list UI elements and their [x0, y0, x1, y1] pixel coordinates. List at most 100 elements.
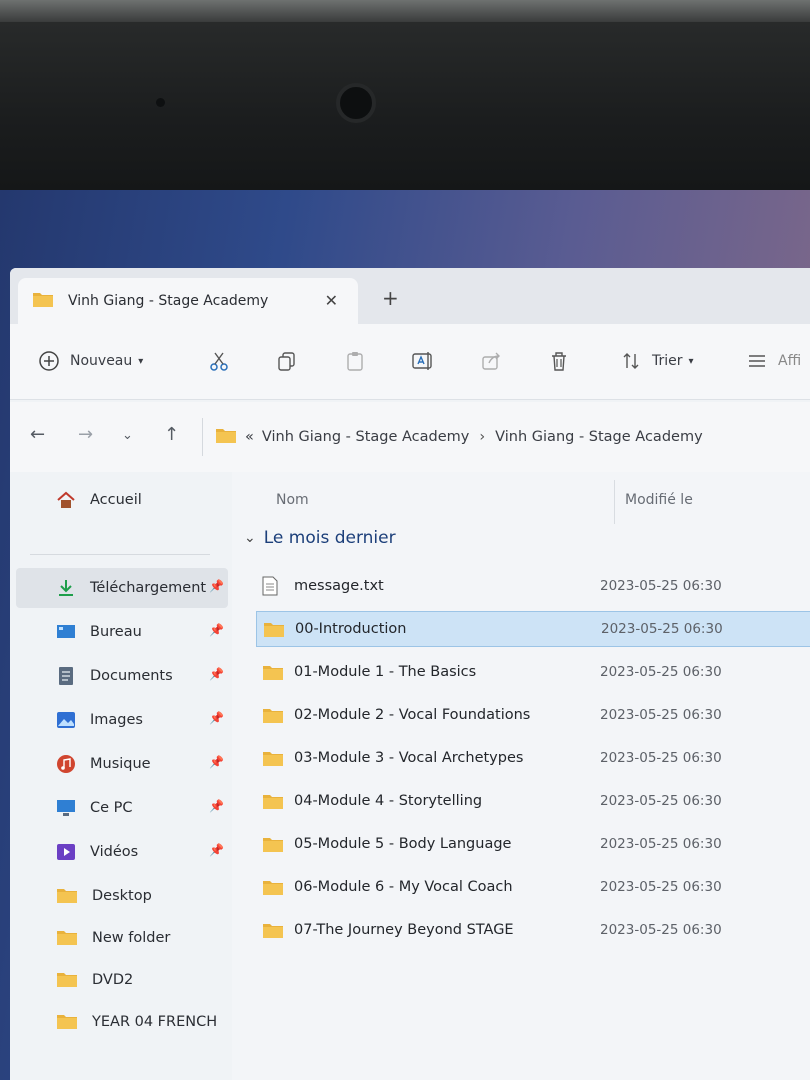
title-bar: Vinh Giang - Stage Academy ✕ + — [10, 268, 810, 324]
webcam — [336, 83, 376, 123]
column-header-name[interactable]: Nom — [276, 492, 309, 508]
folder-icon — [56, 886, 77, 906]
sidebar-item-label: Vidéos — [90, 844, 139, 860]
up-arrow-icon[interactable]: ↑ — [164, 424, 179, 445]
view-lines-icon — [744, 348, 770, 374]
folder-icon — [32, 290, 54, 312]
file-row[interactable]: 04-Module 4 - Storytelling 2023-05-25 06:… — [256, 783, 810, 819]
breadcrumb-item[interactable]: Vinh Giang - Stage Academy — [262, 429, 469, 445]
file-row[interactable]: 02-Module 2 - Vocal Foundations 2023-05-2… — [256, 697, 810, 733]
sort-arrows-icon — [618, 348, 644, 374]
sidebar-item-label: YEAR 04 FRENCH — [92, 1014, 218, 1030]
file-list: Nom Modifié le ⌄ Le mois dernier message… — [232, 472, 810, 1080]
group-header[interactable]: ⌄ Le mois dernier — [244, 528, 396, 548]
pin-icon: 📌 — [209, 799, 224, 813]
file-name: message.txt — [294, 578, 384, 594]
pc-icon — [56, 798, 76, 818]
forward-arrow-icon[interactable]: → — [78, 424, 93, 445]
file-name: 07-The Journey Beyond STAGE — [294, 922, 514, 938]
cut-button[interactable] — [206, 348, 232, 374]
sidebar-item-new-folder[interactable]: New folder — [16, 918, 228, 958]
file-name: 00-Introduction — [295, 621, 407, 637]
file-modified-date: 2023-05-25 06:30 — [601, 621, 723, 637]
sidebar-item-documents[interactable]: Documents 📌 — [16, 656, 228, 696]
file-name: 06-Module 6 - My Vocal Coach — [294, 879, 513, 895]
pin-icon: 📌 — [209, 755, 224, 769]
sort-button[interactable]: Trier ▾ — [618, 348, 694, 374]
sidebar-item-label: Bureau — [90, 624, 142, 640]
close-tab-button[interactable]: ✕ — [325, 291, 338, 310]
navigation-pane: Accueil Téléchargement 📌 Bureau 📌 Docume… — [10, 472, 232, 1080]
column-divider[interactable] — [614, 480, 615, 524]
view-button[interactable]: Affi — [744, 348, 801, 374]
back-arrow-icon[interactable]: ← — [30, 424, 45, 445]
file-explorer-window: Vinh Giang - Stage Academy ✕ + Nouveau ▾ — [10, 268, 810, 1080]
file-row[interactable]: 06-Module 6 - My Vocal Coach 2023-05-25 0… — [256, 869, 810, 905]
sidebar-item-videos[interactable]: Vidéos 📌 — [16, 832, 228, 872]
file-modified-date: 2023-05-25 06:30 — [600, 578, 722, 594]
delete-button[interactable] — [546, 348, 572, 374]
sidebar-item-images[interactable]: Images 📌 — [16, 700, 228, 740]
file-modified-date: 2023-05-25 06:30 — [600, 879, 722, 895]
sidebar-item-label: DVD2 — [92, 972, 134, 988]
folder-icon — [262, 920, 286, 940]
sidebar-item-label: Musique — [90, 756, 151, 772]
videos-icon — [56, 842, 76, 862]
sidebar-item-ce-pc[interactable]: Ce PC 📌 — [16, 788, 228, 828]
recent-chevron-icon[interactable]: ⌄ — [122, 428, 133, 443]
chevron-down-icon: ▾ — [138, 355, 144, 367]
file-row[interactable]: 03-Module 3 - Vocal Archetypes 2023-05-25… — [256, 740, 810, 776]
file-name: 02-Module 2 - Vocal Foundations — [294, 707, 531, 723]
sidebar-item-dvd2[interactable]: DVD2 — [16, 960, 228, 1000]
file-name: 05-Module 5 - Body Language — [294, 836, 512, 852]
folder-icon — [56, 970, 77, 990]
plus-circle-icon — [36, 348, 62, 374]
file-row[interactable]: 05-Module 5 - Body Language 2023-05-25 06… — [256, 826, 810, 862]
sidebar-item-bureau[interactable]: Bureau 📌 — [16, 612, 228, 652]
column-header-modified[interactable]: Modifié le — [625, 492, 693, 508]
breadcrumb-overflow[interactable]: « — [245, 429, 254, 445]
file-row[interactable]: 07-The Journey Beyond STAGE 2023-05-25 06… — [256, 912, 810, 948]
paste-button[interactable] — [342, 348, 368, 374]
clipboard-icon — [342, 348, 368, 374]
breadcrumb-item[interactable]: Vinh Giang - Stage Academy — [495, 429, 702, 445]
file-modified-date: 2023-05-25 06:30 — [600, 664, 722, 680]
sidebar-item-label: Accueil — [90, 492, 142, 508]
folder-icon — [262, 748, 286, 768]
copy-button[interactable] — [274, 348, 300, 374]
home-icon — [56, 490, 76, 510]
sidebar-item-musique[interactable]: Musique 📌 — [16, 744, 228, 784]
rename-icon — [410, 348, 436, 374]
sidebar-item-home[interactable]: Accueil — [16, 480, 228, 520]
sidebar-item-desktop[interactable]: Desktop — [16, 876, 228, 916]
file-row[interactable]: message.txt 2023-05-25 06:30 — [256, 568, 810, 604]
sidebar-item-label: Ce PC — [90, 800, 133, 816]
file-modified-date: 2023-05-25 06:30 — [600, 793, 722, 809]
laptop-bezel — [0, 0, 810, 200]
share-button[interactable] — [478, 348, 504, 374]
pin-icon: 📌 — [209, 711, 224, 725]
file-row[interactable]: 01-Module 1 - The Basics 2023-05-25 06:30 — [256, 654, 810, 690]
new-tab-button[interactable]: + — [382, 286, 399, 310]
file-name: 03-Module 3 - Vocal Archetypes — [294, 750, 524, 766]
file-name: 04-Module 4 - Storytelling — [294, 793, 483, 809]
sidebar-item-telechargement[interactable]: Téléchargement 📌 — [16, 568, 228, 608]
download-icon — [56, 578, 76, 598]
music-icon — [56, 754, 76, 774]
folder-icon — [262, 877, 286, 897]
folder-icon — [262, 662, 286, 682]
folder-icon — [262, 705, 286, 725]
file-modified-date: 2023-05-25 06:30 — [600, 707, 722, 723]
pin-icon: 📌 — [209, 843, 224, 857]
tab-stage-academy[interactable]: Vinh Giang - Stage Academy ✕ — [18, 278, 358, 324]
address-bar[interactable]: « Vinh Giang - Stage Academy › Vinh Gian… — [202, 418, 810, 456]
sort-label: Trier — [652, 353, 683, 369]
new-button[interactable]: Nouveau ▾ — [36, 348, 143, 374]
rename-button[interactable] — [410, 348, 436, 374]
file-name: 01-Module 1 - The Basics — [294, 664, 477, 680]
file-row[interactable]: 00-Introduction 2023-05-25 06:30 — [256, 611, 810, 647]
view-label: Affi — [778, 353, 802, 369]
sidebar-item-year-04-french[interactable]: YEAR 04 FRENCH — [16, 1002, 228, 1042]
documents-icon — [56, 666, 76, 686]
sidebar-item-label: Documents — [90, 668, 173, 684]
